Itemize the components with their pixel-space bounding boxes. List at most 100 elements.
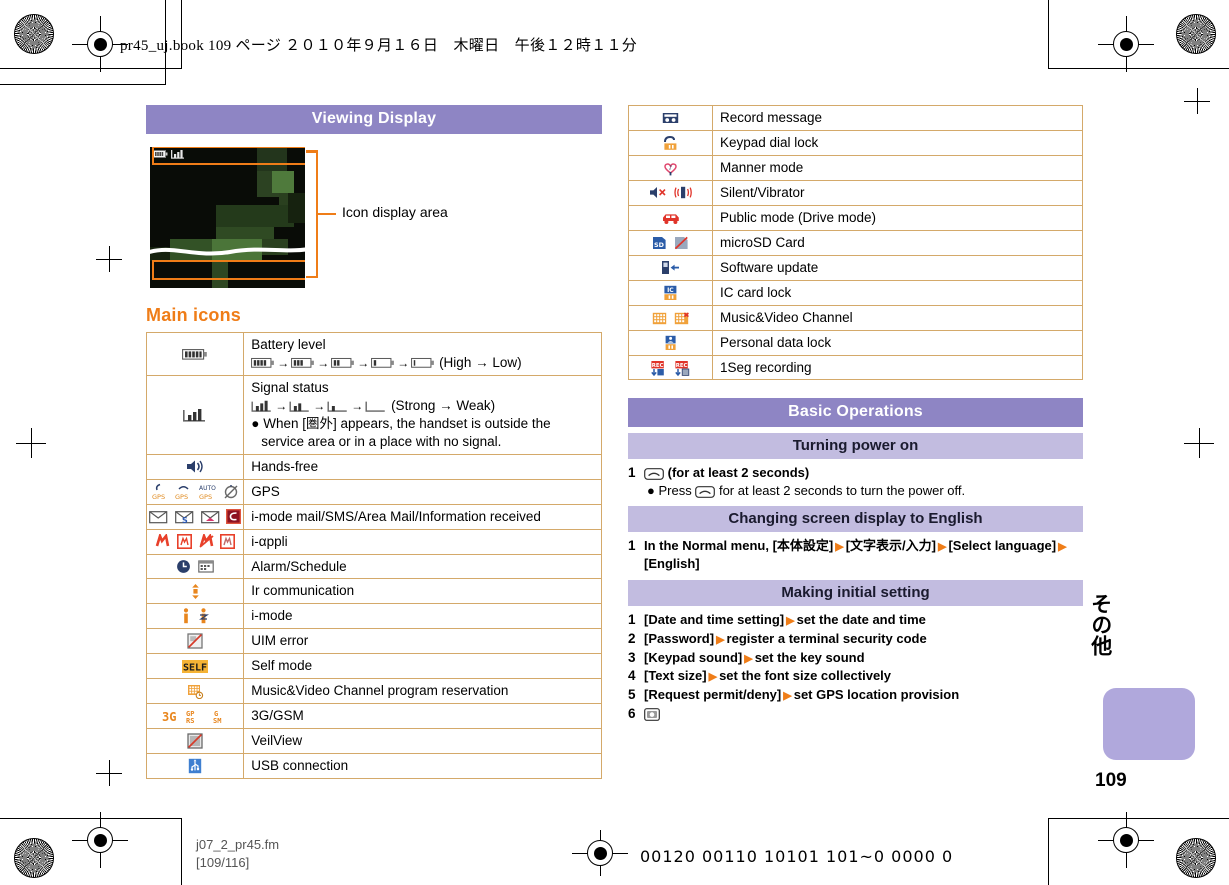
step-number: 6 [628, 706, 636, 722]
step-number: 2 [628, 630, 636, 646]
step-action: set the date and time [796, 611, 926, 627]
icon-cell-software-update [628, 254, 713, 281]
usb-icon [188, 758, 202, 774]
signal-none-icon [365, 401, 386, 413]
step-action: set the font size collectively [719, 668, 892, 684]
page-number: 109 [1095, 770, 1127, 791]
signal-note-text: When [圏外] appears, the handset is outsid… [261, 415, 551, 449]
desc-cell-i-mode: i-mode [243, 603, 602, 630]
battery-high-icon [291, 358, 315, 369]
chevron-right-icon: ▶ [716, 633, 725, 646]
music-video-channel-new-icon [674, 311, 689, 324]
main-icons-table: Battery level → → → → (High → Low) Signa… [145, 332, 602, 780]
power-key-icon [644, 468, 664, 480]
self-mode-icon: SELF [182, 660, 209, 674]
svg-text:GPS: GPS [175, 493, 188, 500]
icon-cell-public-drive-mode [628, 204, 713, 231]
svg-text:RS: RS [186, 717, 194, 724]
table-row: VeilView [145, 728, 602, 755]
svg-text:SELF: SELF [183, 663, 207, 674]
silent-icon [649, 187, 666, 199]
signal-icon [183, 408, 206, 422]
icon-cell-mail: S [145, 503, 245, 530]
desc-cell-1seg-recording: 1Seg recording [712, 354, 1083, 381]
section-title-basic-operations: Basic Operations [628, 398, 1083, 428]
table-row: Public mode (Drive mode) [628, 204, 1083, 231]
battery-empty-icon [411, 358, 435, 369]
icon-cell-ir [145, 578, 245, 605]
step-item: 5 [Request permit/deny] ▶ set GPS location… [628, 686, 1083, 704]
step-1-label: (for at least 2 seconds) [667, 465, 810, 481]
wallpaper-wave [150, 247, 305, 256]
i-appli-icon [155, 534, 170, 547]
table-row: i-αppli [145, 528, 602, 555]
right-column: Record message Keypad dial lock ♪ Manner… [628, 105, 1083, 724]
crop-tick-bottom-center [96, 760, 122, 786]
icon-cell-microsd: SD [628, 229, 713, 256]
desc-cell-gps: GPS [243, 478, 602, 505]
svg-text:REC: REC [652, 363, 664, 369]
step-text: [Date and time setting] ▶ set the date and… [644, 611, 926, 629]
svg-text:SD: SD [654, 241, 664, 249]
battery-range-label: (High → Low) [439, 354, 522, 370]
table-row: Signal status → → → (Strong → Weak) ● When… [145, 374, 602, 455]
desc-cell-usb: USB connection [243, 753, 602, 780]
icon-cell-manner-mode: ♪ [628, 154, 713, 181]
alarm-clock-icon [177, 560, 191, 573]
changing-language-steps: 1 In the Normal menu, [本体設定] ▶ [文字表示/入力] ▶[… [628, 537, 1083, 572]
step-number: 1 [628, 465, 636, 481]
icon-cell-usb [145, 753, 245, 780]
main-icons-table-continued: Record message Keypad dial lock ♪ Manner… [628, 105, 1083, 381]
footer-file-info: j07_2_pr45.fm [109/116] [196, 836, 279, 871]
table-row: IC IC card lock [628, 279, 1083, 306]
i-appli-standby-icon [176, 534, 192, 550]
turning-power-on-steps: 1 (for at least 2 seconds) ● Press for a… [628, 464, 1083, 498]
ir-communication-icon [191, 583, 199, 599]
music-video-channel-icon [652, 312, 667, 324]
desc-cell-self-mode: Self mode [243, 653, 602, 680]
step-text: [Keypad sound] ▶ set the key sound [644, 649, 865, 667]
information-received-icon [226, 509, 242, 525]
table-row: Hands-free [145, 453, 602, 480]
svg-text:AUTO: AUTO [199, 485, 216, 492]
callout-leader-line [318, 213, 336, 215]
i-appli-running-icon [198, 534, 214, 548]
subsection-turning-power-on: Turning power on [628, 433, 1083, 460]
step-target: [Keypad sound] [644, 649, 743, 665]
step-text: [Text size] ▶ set the font size collective… [644, 667, 891, 685]
i-appli-paused-icon [220, 534, 236, 550]
crop-tick-right-mid [1184, 428, 1214, 458]
desc-cell-record-message: Record message [712, 105, 1083, 131]
registration-crosshair-bottom-left [72, 812, 128, 868]
step-text [644, 705, 660, 723]
subheading-main-icons: Main icons [146, 305, 242, 325]
icon-cell-ic-card-lock: IC [628, 279, 713, 306]
keypad-dial-lock-icon [664, 135, 677, 150]
step-number: 4 [628, 668, 636, 684]
crop-tick-top-center [96, 246, 122, 272]
step-number: 3 [628, 649, 636, 665]
side-tab-label: その他 [1088, 593, 1113, 656]
table-row: SELF Self mode [145, 653, 602, 680]
registration-rosette-bottom-left [14, 838, 54, 878]
subsection-changing-language: Changing screen display to English [628, 506, 1083, 533]
camera-key-icon [644, 708, 660, 721]
step-action: register a terminal security code [726, 630, 927, 646]
icon-cell-3g-gsm: 3G GP RS G SM [145, 703, 245, 730]
table-row: i-mode [145, 603, 602, 630]
table-row: Music&Video Channel program reservation [145, 678, 602, 705]
gsm-icon: G SM [213, 710, 221, 724]
phone-screen-mockup [150, 147, 305, 288]
icon-display-area-bottom-highlight [152, 260, 305, 280]
icon-cell-self-mode: SELF [145, 653, 245, 680]
icon-cell-hands-free [145, 453, 245, 480]
icon-cell-record-message [628, 105, 713, 131]
svg-text:S: S [182, 516, 188, 524]
svg-text:3G: 3G [162, 710, 176, 724]
battery-full-icon [251, 358, 275, 369]
vibrator-icon [674, 187, 693, 199]
table-row: Ir communication [145, 578, 602, 605]
step-item: 4 [Text size] ▶ set the font size collecti… [628, 667, 1083, 685]
turning-power-off-note: ● Press for at least 2 seconds to turn t… [647, 483, 966, 499]
step-item: 1 [Date and time setting] ▶ set the date a… [628, 611, 1083, 629]
